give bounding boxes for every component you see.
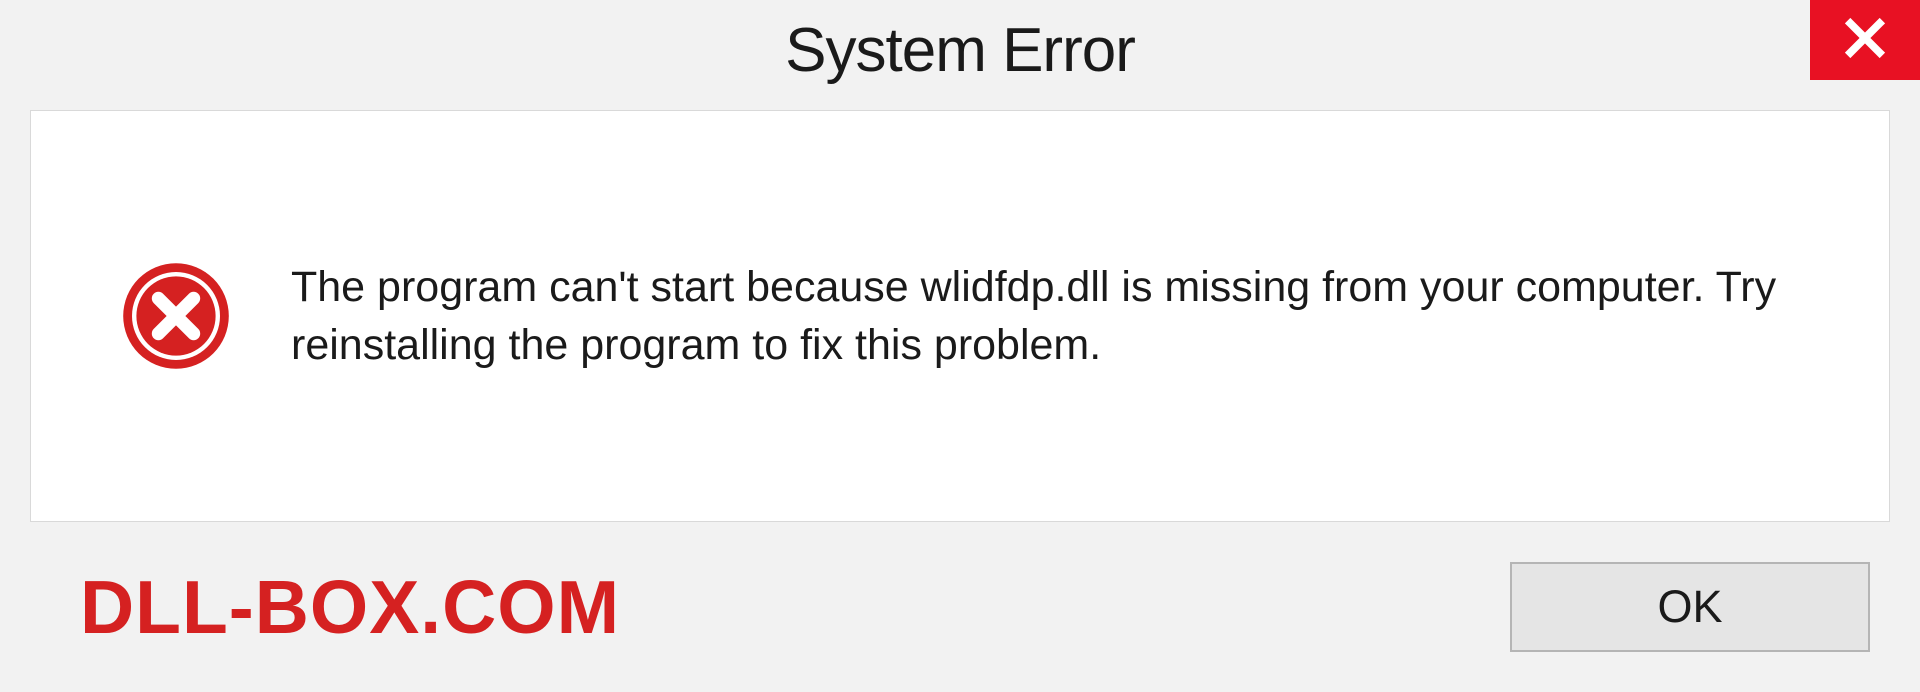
ok-button-label: OK [1657,581,1722,633]
close-button[interactable] [1810,0,1920,80]
close-icon [1843,16,1887,65]
error-message: The program can't start because wlidfdp.… [291,258,1829,374]
ok-button[interactable]: OK [1510,562,1870,652]
content-area: The program can't start because wlidfdp.… [30,110,1890,522]
footer: DLL-BOX.COM OK [0,522,1920,692]
error-icon [121,261,231,371]
titlebar: System Error [0,0,1920,100]
watermark-text: DLL-BOX.COM [80,564,620,650]
error-dialog: System Error The program can't start bec… [0,0,1920,692]
dialog-title: System Error [785,15,1135,86]
